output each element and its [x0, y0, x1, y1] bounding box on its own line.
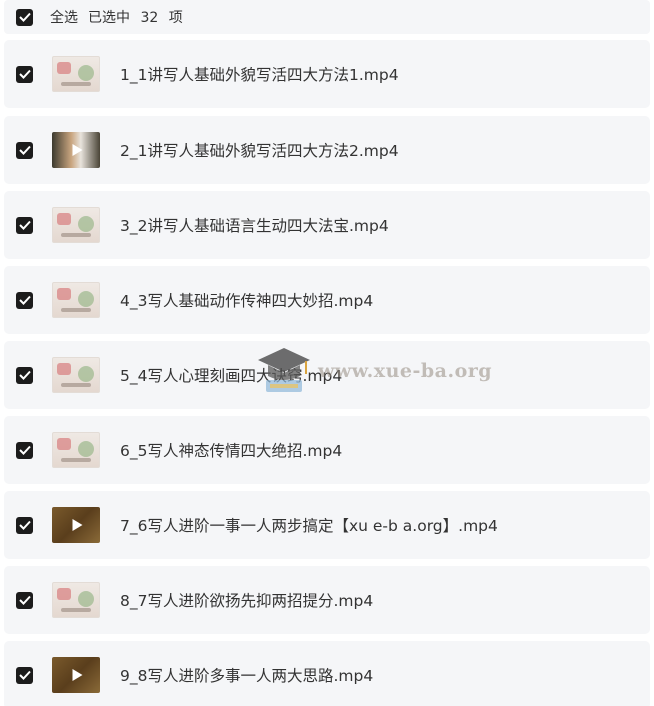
file-checkbox[interactable]	[16, 216, 33, 234]
play-icon	[72, 519, 83, 531]
video-thumbnail[interactable]	[52, 56, 100, 92]
check-icon	[18, 370, 31, 380]
file-name[interactable]: 5_4写人心理刻画四大诀窍.mp4	[120, 364, 342, 386]
video-thumbnail[interactable]	[52, 207, 100, 243]
file-name[interactable]: 9_8写人进阶多事一人两大思路.mp4	[120, 664, 373, 686]
video-thumbnail[interactable]	[52, 432, 100, 468]
check-icon	[18, 145, 31, 155]
file-name[interactable]: 1_1讲写人基础外貌写活四大方法1.mp4	[120, 63, 399, 85]
play-icon	[72, 669, 83, 681]
video-thumbnail[interactable]	[52, 282, 100, 318]
file-name[interactable]: 2_1讲写人基础外貌写活四大方法2.mp4	[120, 139, 399, 161]
file-row[interactable]: 2_1讲写人基础外貌写活四大方法2.mp4	[4, 116, 650, 184]
selected-prefix: 已选中	[88, 10, 130, 26]
check-icon	[18, 220, 31, 230]
file-list-page: 全选 已选中 32 项 1_1讲写人基础外貌写活四大方法1.mp4 2_1讲写人基…	[0, 0, 654, 706]
video-thumbnail[interactable]	[52, 357, 100, 393]
file-row[interactable]: 6_5写人神态传情四大绝招.mp4	[4, 416, 650, 484]
check-icon	[18, 445, 31, 455]
selection-summary: 全选 已选中 32 项	[50, 7, 183, 27]
file-name[interactable]: 8_7写人进阶欲扬先抑两招提分.mp4	[120, 589, 373, 611]
file-row[interactable]: 3_2讲写人基础语言生动四大法宝.mp4	[4, 191, 650, 259]
check-icon	[18, 295, 31, 305]
file-row[interactable]: 4_3写人基础动作传神四大妙招.mp4	[4, 266, 650, 334]
video-thumbnail[interactable]	[52, 657, 100, 693]
select-all-label[interactable]: 全选	[50, 7, 78, 27]
check-icon	[18, 595, 31, 605]
file-checkbox[interactable]	[16, 65, 33, 83]
file-name[interactable]: 4_3写人基础动作传神四大妙招.mp4	[120, 289, 373, 311]
file-name[interactable]: 7_6写人进阶一事一人两步搞定【xu e-b a.org】.mp4	[120, 514, 498, 536]
file-row[interactable]: 9_8写人进阶多事一人两大思路.mp4	[4, 641, 650, 706]
file-row[interactable]: 7_6写人进阶一事一人两步搞定【xu e-b a.org】.mp4	[4, 491, 650, 559]
file-name[interactable]: 6_5写人神态传情四大绝招.mp4	[120, 439, 342, 461]
file-checkbox[interactable]	[16, 291, 33, 309]
play-icon	[72, 144, 83, 156]
file-row[interactable]: 5_4写人心理刻画四大诀窍.mp4	[4, 341, 650, 409]
file-row[interactable]: 8_7写人进阶欲扬先抑两招提分.mp4	[4, 566, 650, 634]
file-checkbox[interactable]	[16, 591, 33, 609]
video-thumbnail[interactable]	[52, 507, 100, 543]
selected-suffix: 项	[168, 10, 183, 26]
file-checkbox[interactable]	[16, 141, 33, 159]
video-thumbnail[interactable]	[52, 132, 100, 168]
file-checkbox[interactable]	[16, 666, 33, 684]
check-icon	[18, 12, 31, 22]
file-row[interactable]: 1_1讲写人基础外貌写活四大方法1.mp4	[4, 40, 650, 108]
selected-count: 32	[140, 10, 159, 26]
file-checkbox[interactable]	[16, 516, 33, 534]
check-icon	[18, 520, 31, 530]
video-thumbnail[interactable]	[52, 582, 100, 618]
check-icon	[18, 670, 31, 680]
file-checkbox[interactable]	[16, 441, 33, 459]
check-icon	[18, 69, 31, 79]
select-all-checkbox[interactable]	[16, 8, 33, 26]
file-checkbox[interactable]	[16, 366, 33, 384]
selection-count: 已选中 32 项	[88, 7, 183, 27]
file-name[interactable]: 3_2讲写人基础语言生动四大法宝.mp4	[120, 214, 389, 236]
select-all-bar: 全选 已选中 32 项	[4, 0, 650, 34]
